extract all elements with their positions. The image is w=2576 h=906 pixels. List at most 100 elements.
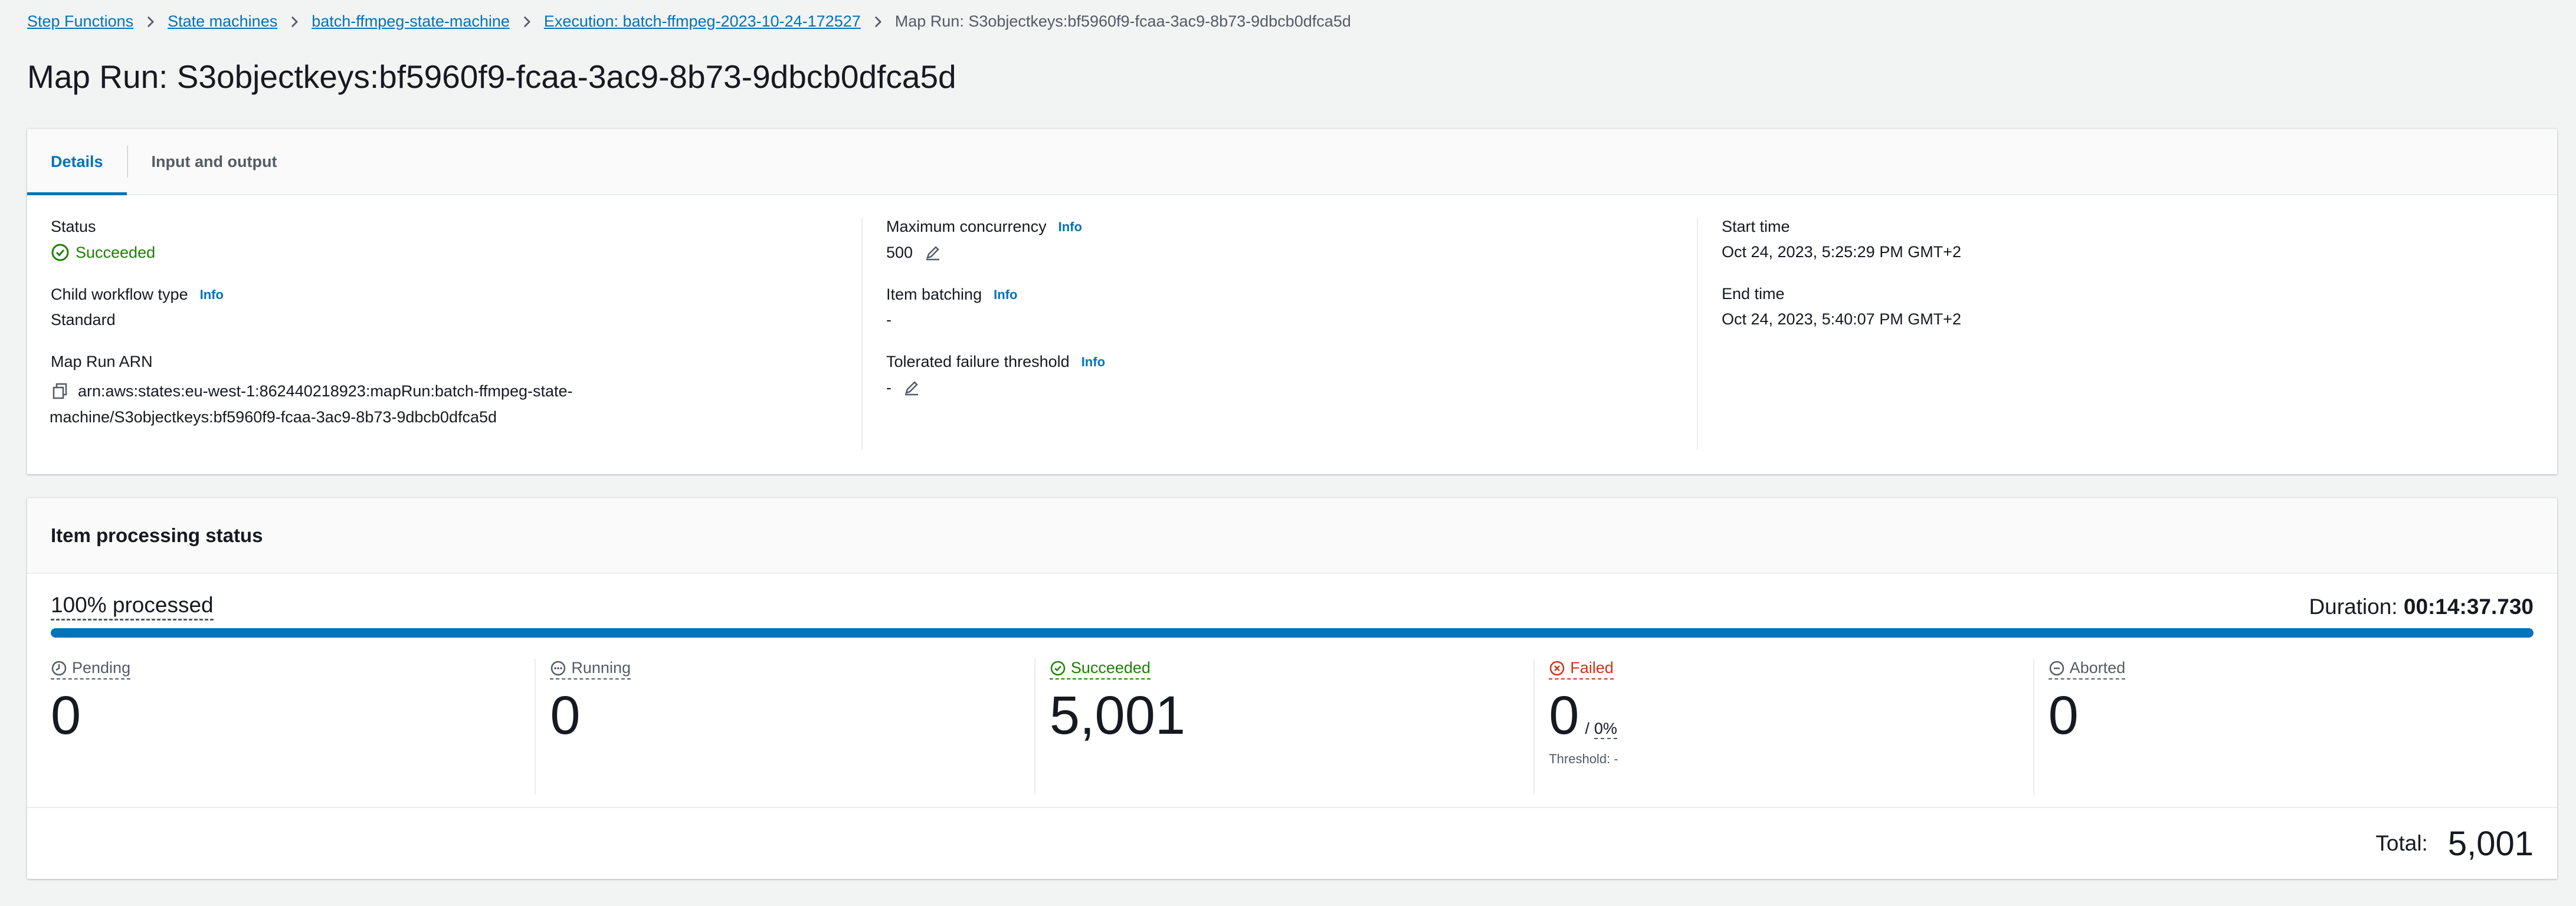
max-concurrency-info-link[interactable]: Info — [1058, 219, 1082, 235]
details-grid: Status Succeeded Child workflow type Inf… — [27, 195, 2557, 475]
edit-icon[interactable] — [923, 243, 942, 262]
failed-label[interactable]: Failed — [1549, 659, 1614, 680]
child-workflow-label-text: Child workflow type — [51, 285, 188, 303]
duration-label: Duration: — [2309, 594, 2398, 619]
details-column-3: Start time Oct 24, 2023, 5:25:29 PM GMT+… — [1698, 218, 2534, 475]
breadcrumb-execution[interactable]: Execution: batch-ffmpeg-2023-10-24-17252… — [544, 12, 861, 31]
succeeded-label[interactable]: Succeeded — [1049, 659, 1151, 680]
clock-icon — [51, 661, 67, 675]
tolerated-failure-value: - — [886, 378, 892, 396]
item-batching-field: Item batching Info - — [886, 285, 1674, 329]
chevron-right-icon — [861, 12, 895, 31]
end-time-field: End time Oct 24, 2023, 5:40:07 PM GMT+2 — [1722, 285, 2510, 329]
copy-icon[interactable] — [51, 382, 70, 401]
breadcrumb-step-functions[interactable]: Step Functions — [27, 12, 133, 31]
chevron-right-icon — [510, 12, 544, 31]
status-label: Status — [51, 218, 96, 235]
tab-details[interactable]: Details — [27, 129, 127, 195]
map-run-arn-label: Map Run ARN — [51, 353, 153, 370]
pending-value: 0 — [51, 685, 81, 746]
failed-separator: / — [1585, 720, 1589, 737]
end-time-value: Oct 24, 2023, 5:40:07 PM GMT+2 — [1722, 310, 1961, 328]
failed-pct-value[interactable]: 0% — [1594, 720, 1617, 739]
failed-value: 0 — [1549, 685, 1579, 746]
running-value: 0 — [550, 685, 581, 746]
x-circle-icon — [1549, 661, 1565, 675]
item-batching-value: - — [886, 311, 892, 329]
pending-label-text: Pending — [72, 659, 131, 677]
progress-row: 100% processed Duration: 00:14:37.730 — [51, 593, 2534, 621]
breadcrumb: Step Functions State machines batch-ffmp… — [27, 11, 1351, 32]
item-processing-title: Item processing status — [51, 524, 263, 546]
pending-label[interactable]: Pending — [51, 659, 131, 680]
succeeded-label-text: Succeeded — [1070, 659, 1151, 677]
aborted-label[interactable]: Aborted — [2048, 659, 2126, 680]
counter-succeeded: Succeeded 5,001 — [1035, 659, 1535, 795]
chevron-right-icon — [133, 12, 168, 31]
map-run-arn-field: Map Run ARN arn:aws:states:eu-west-1:862… — [50, 353, 839, 430]
progress-bar — [51, 628, 2534, 638]
page-title: Map Run: S3objectkeys:bf5960f9-fcaa-3ac9… — [27, 58, 956, 95]
tolerated-failure-value-row: - — [886, 378, 1674, 397]
item-batching-info-link[interactable]: Info — [994, 287, 1017, 303]
chevron-right-icon — [277, 12, 312, 31]
total-value: 5,001 — [2447, 824, 2534, 863]
details-column-1: Status Succeeded Child workflow type Inf… — [50, 218, 863, 475]
tolerated-failure-field: Tolerated failure threshold Info - — [886, 353, 1674, 397]
max-concurrency-value-row: 500 — [886, 243, 1674, 262]
counter-running: Running 0 — [536, 659, 1036, 795]
child-workflow-field: Child workflow type Info Standard — [51, 285, 839, 329]
counter-failed: Failed 0 / 0% Threshold: - — [1535, 659, 2035, 795]
breadcrumb-current: Map Run: S3objectkeys:bf5960f9-fcaa-3ac9… — [894, 12, 1351, 30]
processed-label[interactable]: 100% processed — [51, 593, 214, 621]
map-run-arn-line-2: machine/S3objectkeys:bf5960f9-fcaa-3ac9-… — [50, 408, 497, 426]
map-run-arn-line-1: arn:aws:states:eu-west-1:862440218923:ma… — [78, 382, 573, 400]
succeeded-value: 5,001 — [1049, 685, 1186, 746]
minus-circle-icon — [2049, 661, 2064, 675]
max-concurrency-label: Maximum concurrency Info — [886, 218, 1674, 236]
start-time-field: Start time Oct 24, 2023, 5:25:29 PM GMT+… — [1722, 218, 2510, 261]
tolerated-failure-info-link[interactable]: Info — [1081, 354, 1105, 370]
running-label[interactable]: Running — [550, 659, 631, 680]
tab-input-output[interactable]: Input and output — [128, 129, 301, 194]
item-batching-label: Item batching Info — [886, 285, 1674, 304]
child-workflow-value: Standard — [51, 311, 116, 329]
failed-value-row: 0 / 0% — [1549, 680, 2034, 748]
max-concurrency-label-text: Maximum concurrency — [886, 218, 1047, 235]
tolerated-failure-label: Tolerated failure threshold Info — [886, 353, 1674, 371]
tolerated-failure-label-text: Tolerated failure threshold — [886, 353, 1070, 370]
running-label-text: Running — [571, 659, 631, 677]
map-run-arn-value: arn:aws:states:eu-west-1:862440218923:ma… — [50, 378, 573, 430]
max-concurrency-field: Maximum concurrency Info 500 — [886, 218, 1674, 262]
progress-bar-fill — [51, 628, 2534, 638]
duration-value: 00:14:37.730 — [2403, 594, 2534, 619]
breadcrumb-state-machine[interactable]: batch-ffmpeg-state-machine — [312, 12, 510, 31]
start-time-value: Oct 24, 2023, 5:25:29 PM GMT+2 — [1722, 243, 1961, 261]
child-workflow-info-link[interactable]: Info — [200, 287, 224, 303]
check-circle-icon — [1050, 661, 1066, 675]
page: Step Functions State machines batch-ffmp… — [0, 0, 2576, 906]
failure-threshold: Threshold: - — [1549, 751, 1618, 766]
details-column-2: Maximum concurrency Info 500 Item batchi… — [863, 218, 1698, 475]
item-batching-label-text: Item batching — [886, 285, 982, 303]
max-concurrency-value: 500 — [886, 243, 913, 261]
end-time-label: End time — [1722, 285, 1785, 303]
failed-label-text: Failed — [1570, 659, 1614, 677]
counter-aborted: Aborted 0 — [2034, 659, 2534, 795]
total-row: Total: 5,001 — [27, 807, 2557, 879]
map-run-arn-row: arn:aws:states:eu-west-1:862440218923:ma… — [50, 378, 839, 430]
failed-percentage: / 0% — [1585, 720, 1617, 739]
ellipsis-circle-icon — [551, 661, 566, 675]
counter-pending: Pending 0 — [51, 659, 536, 795]
breadcrumb-state-machines[interactable]: State machines — [168, 12, 277, 31]
status-text: Succeeded — [76, 243, 156, 261]
tab-bar: Details Input and output — [27, 129, 2557, 195]
aborted-value: 0 — [2048, 685, 2079, 746]
item-processing-card: Item processing status 100% processed Du… — [27, 498, 2557, 879]
edit-icon[interactable] — [902, 378, 921, 397]
aborted-label-text: Aborted — [2069, 659, 2126, 677]
item-processing-header: Item processing status — [27, 498, 2557, 574]
total-label: Total: — [2375, 831, 2428, 855]
status-value: Succeeded — [51, 243, 839, 262]
child-workflow-label: Child workflow type Info — [51, 285, 839, 304]
